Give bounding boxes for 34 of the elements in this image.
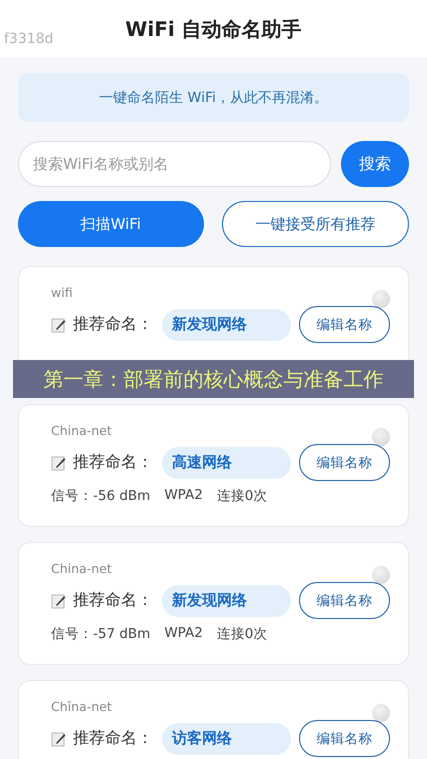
- suggested-name: 访客网络: [162, 722, 291, 754]
- id-label: f3318d: [4, 31, 54, 47]
- app-title: WiFi 自动命名助手: [125, 16, 302, 42]
- signal-text: 信号：-57 dBm: [51, 625, 150, 643]
- suggested-name: 新发现网络: [162, 584, 291, 616]
- suggest-label: 推荐命名：: [73, 728, 154, 749]
- accept-all-button[interactable]: 一键接受所有推荐: [222, 201, 409, 247]
- network-ssid: China-net: [51, 561, 112, 576]
- signal-text: 信号：-56 dBm: [51, 487, 150, 505]
- network-ssid: Chǐna-net: [51, 699, 112, 714]
- note-icon: [51, 454, 67, 470]
- edit-name-button[interactable]: 编辑名称: [298, 444, 390, 481]
- security-text: WPA2: [164, 487, 203, 505]
- connection-count: 连接0次: [216, 625, 268, 643]
- note-icon: [51, 316, 67, 332]
- suggest-label: 推荐命名：: [73, 314, 154, 335]
- suggest-label: 推荐命名：: [73, 452, 154, 473]
- network-ssid: wifi: [51, 285, 73, 300]
- notice-banner: 一键命名陌生 WiFi，从此不再混淆。: [18, 73, 409, 122]
- search-field[interactable]: 搜索WiFi名称或别名: [18, 141, 331, 187]
- search-button[interactable]: 搜索: [341, 141, 409, 187]
- suggest-label: 推荐命名：: [73, 590, 154, 611]
- note-icon: [51, 730, 67, 746]
- scan-button[interactable]: 扫描WiFi: [18, 201, 204, 247]
- network-ssid: China-net: [51, 423, 112, 438]
- note-icon: [51, 592, 67, 608]
- edit-name-button[interactable]: 编辑名称: [298, 582, 390, 619]
- suggested-name: 新发现网络: [162, 308, 291, 340]
- security-text: WPA2: [164, 625, 203, 643]
- suggested-name: 高速网络: [162, 446, 291, 478]
- edit-name-button[interactable]: 编辑名称: [298, 306, 390, 343]
- chapter-caption: 第一章：部署前的核心概念与准备工作: [13, 360, 414, 398]
- connection-count: 连接0次: [216, 487, 268, 505]
- edit-name-button[interactable]: 编辑名称: [298, 720, 390, 757]
